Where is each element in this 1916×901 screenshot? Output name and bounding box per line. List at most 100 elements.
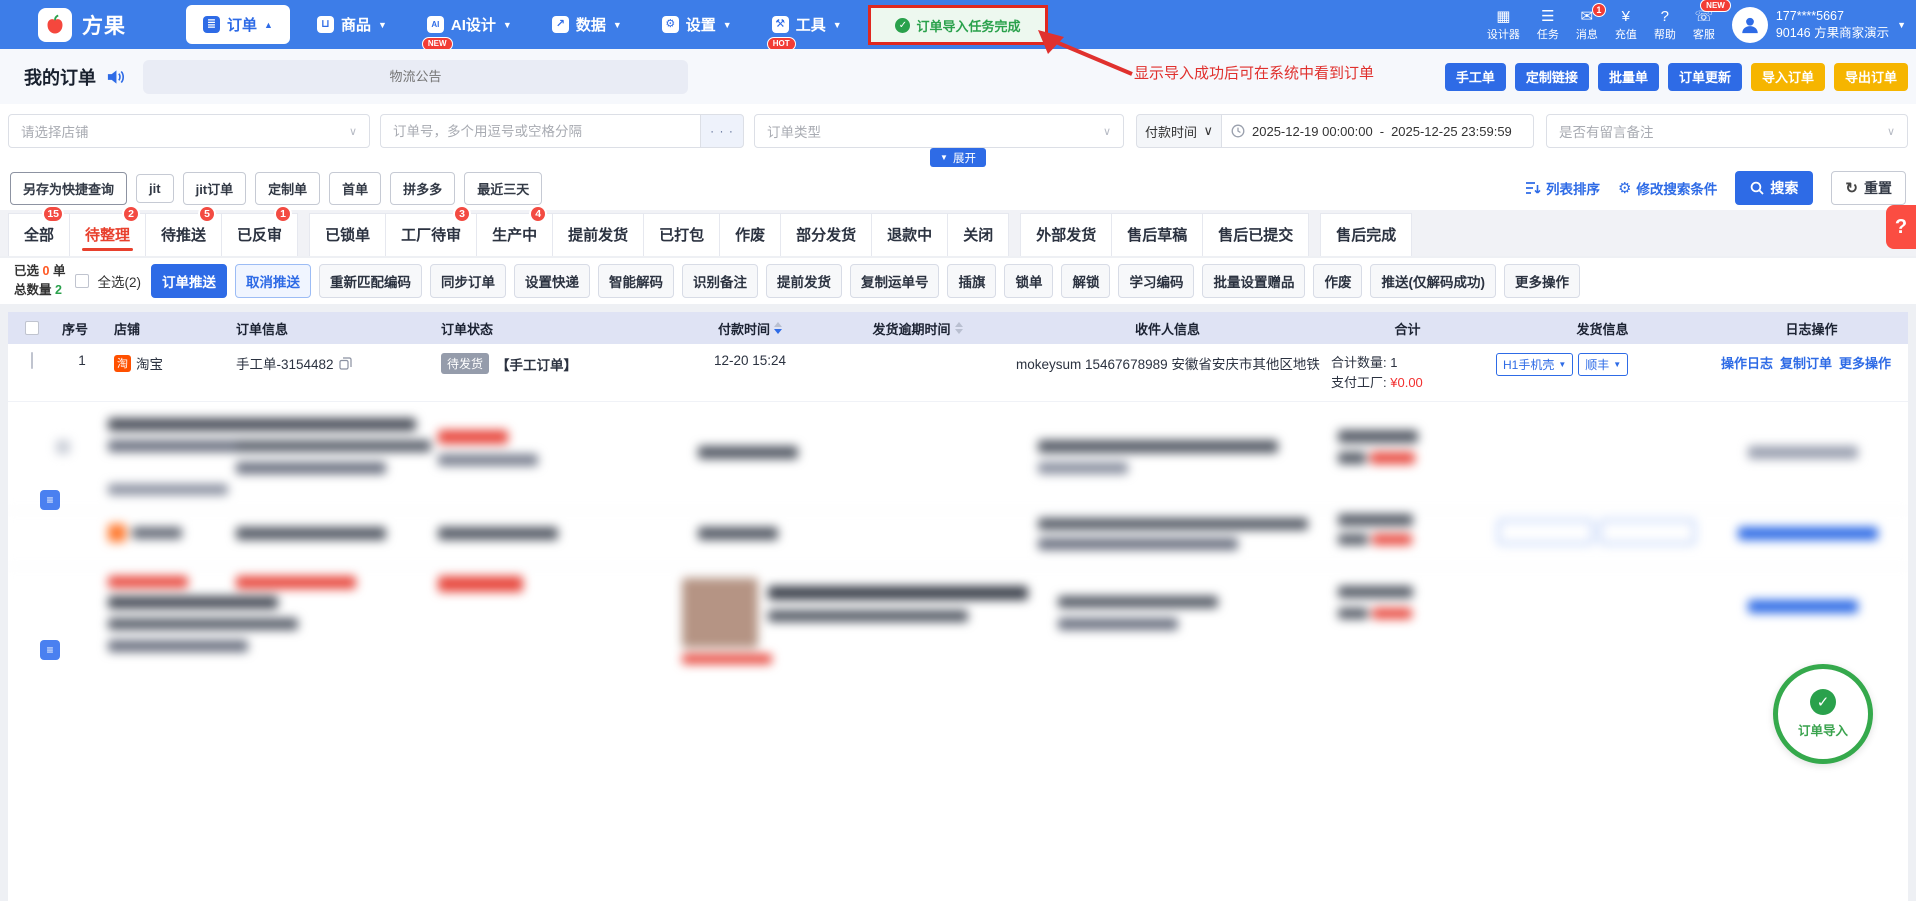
row-checkbox[interactable] xyxy=(31,352,33,369)
rematch-code-button[interactable]: 重新匹配编码 xyxy=(318,264,422,298)
recharge-shortcut[interactable]: ¥ 充值 xyxy=(1615,8,1637,42)
clock-icon xyxy=(1231,124,1245,138)
header-checkbox[interactable] xyxy=(25,321,39,335)
batch-gift-button[interactable]: 批量设置赠品 xyxy=(1202,264,1306,298)
tab-aftersale-draft[interactable]: 售后草稿 xyxy=(1111,213,1204,256)
order-import-floating-button[interactable]: ✓ 订单导入 xyxy=(1773,664,1873,764)
order-update-button[interactable]: 订单更新 xyxy=(1667,62,1742,91)
custom-link-button[interactable]: 定制链接 xyxy=(1514,62,1589,91)
smart-decode-button[interactable]: 智能解码 xyxy=(597,264,674,298)
quick-filter-jit-order[interactable]: jit订单 xyxy=(182,171,247,205)
help-side-button[interactable]: ? xyxy=(1886,205,1916,249)
quick-filter-first-order[interactable]: 首单 xyxy=(329,171,382,205)
quick-filter-last3days[interactable]: 最近三天 xyxy=(464,171,543,205)
tab-all[interactable]: 全部 15 xyxy=(8,205,71,256)
tab-locked[interactable]: 已锁单 xyxy=(309,213,387,256)
sort-pay-time[interactable] xyxy=(774,322,782,334)
order-type-select[interactable]: 订单类型 ∨ xyxy=(754,114,1124,148)
quick-filter-pdd[interactable]: 拼多多 xyxy=(390,171,456,205)
more-actions-link[interactable]: 更多操作 xyxy=(1839,353,1891,372)
reset-button[interactable]: ↻ 重置 xyxy=(1831,171,1906,205)
recognize-remark-button[interactable]: 识别备注 xyxy=(681,264,758,298)
tab-reverse-audit[interactable]: 已反审 1 xyxy=(221,205,299,256)
tab-partial-ship[interactable]: 部分发货 xyxy=(780,213,873,256)
tab-early-ship[interactable]: 提前发货 xyxy=(552,213,645,256)
express-select[interactable]: 顺丰 ▼ xyxy=(1578,353,1629,376)
logistics-announcement-input[interactable] xyxy=(143,59,688,94)
help-shortcut[interactable]: ? 帮助 xyxy=(1654,8,1676,42)
import-success-toast: ✓ 订单导入任务完成 xyxy=(868,5,1048,45)
copy-icon[interactable] xyxy=(338,356,352,370)
cancel-push-button[interactable]: 取消推送 xyxy=(234,264,311,298)
menu-tools[interactable]: ⚒ 工具 ▼ HOT xyxy=(759,5,855,51)
caret-down-icon: ∨ xyxy=(1203,123,1213,138)
order-action-buttons: 手工单 定制链接 批量单 订单更新 导入订单 导出订单 xyxy=(1444,62,1908,91)
menu-settings[interactable]: ⚙ 设置 ▼ xyxy=(649,5,745,44)
tab-pending-sort[interactable]: 待整理 2 xyxy=(69,205,147,256)
row-total: 合计数量: 1 支付工厂: ¥0.00 xyxy=(1325,353,1490,393)
copy-order-link[interactable]: 复制订单 xyxy=(1780,353,1832,372)
user-info: 177****5667 90146 方果商家演示 xyxy=(1776,8,1889,41)
menu-ai-design[interactable]: AI AI设计 ▼ NEW xyxy=(414,5,525,51)
export-orders-button[interactable]: 导出订单 xyxy=(1833,62,1908,91)
early-ship-button[interactable]: 提前发货 xyxy=(765,264,842,298)
operation-log-link[interactable]: 操作日志 xyxy=(1721,353,1773,372)
lock-order-button[interactable]: 锁单 xyxy=(1004,264,1054,298)
tab-void[interactable]: 作废 xyxy=(719,213,782,256)
push-decoded-button[interactable]: 推送(仅解码成功) xyxy=(1370,264,1496,298)
menu-data[interactable]: ↗ 数据 ▼ xyxy=(539,5,635,44)
search-button[interactable]: 搜索 xyxy=(1735,171,1814,205)
col-log-actions: 日志操作 xyxy=(1785,321,1838,337)
menu-orders[interactable]: ≣ 订单 ▲ xyxy=(186,5,290,44)
tab-in-production[interactable]: 生产中 4 xyxy=(476,205,554,256)
manual-order-button[interactable]: 手工单 xyxy=(1444,62,1506,91)
batch-order-button[interactable]: 批量单 xyxy=(1597,62,1659,91)
unlock-button[interactable]: 解锁 xyxy=(1061,264,1111,298)
remark-filter-select[interactable]: 是否有留言备注 ∨ xyxy=(1546,114,1908,148)
tab-packed[interactable]: 已打包 xyxy=(643,213,721,256)
order-number-input[interactable] xyxy=(380,114,700,148)
messages-shortcut[interactable]: ✉ 消息 1 xyxy=(1576,2,1606,42)
quick-filter-custom[interactable]: 定制单 xyxy=(255,171,321,205)
shop-select[interactable]: 请选择店铺 ∨ xyxy=(8,114,370,148)
save-quick-query-button[interactable]: 另存为快捷查询 xyxy=(10,171,128,205)
push-orders-button[interactable]: 订单推送 xyxy=(150,264,227,298)
copy-waybill-button[interactable]: 复制运单号 xyxy=(849,264,940,298)
flag-button[interactable]: 插旗 xyxy=(947,264,997,298)
tab-aftersale-submitted[interactable]: 售后已提交 xyxy=(1202,213,1310,256)
remark-icon[interactable]: ≡ xyxy=(40,640,60,661)
list-sort-control[interactable]: 列表排序 xyxy=(1525,178,1600,198)
date-range-picker[interactable]: 2025-12-19 00:00:00 - 2025-12-25 23:59:5… xyxy=(1222,114,1534,148)
void-button[interactable]: 作废 xyxy=(1313,264,1363,298)
set-express-button[interactable]: 设置快递 xyxy=(513,264,590,298)
tab-factory-audit[interactable]: 工厂待审 3 xyxy=(385,205,478,256)
tab-pending-push[interactable]: 待推送 5 xyxy=(145,205,223,256)
tab-external-ship[interactable]: 外部发货 xyxy=(1020,213,1113,256)
quick-filter-jit[interactable]: jit xyxy=(136,173,174,203)
learn-code-button[interactable]: 学习编码 xyxy=(1118,264,1195,298)
caret-down-icon: ▼ xyxy=(1897,19,1906,30)
sort-overdue-time[interactable] xyxy=(954,322,963,334)
modify-search-control[interactable]: ⚙ 修改搜索条件 xyxy=(1618,178,1717,198)
designer-shortcut[interactable]: ▦ 设计器 xyxy=(1487,8,1520,42)
tab-aftersale-done[interactable]: 售后完成 xyxy=(1320,213,1413,256)
select-all-checkbox[interactable] xyxy=(75,274,90,288)
tab-closed[interactable]: 关闭 xyxy=(947,213,1010,256)
caret-down-icon: ∨ xyxy=(348,125,357,138)
import-orders-button[interactable]: 导入订单 xyxy=(1750,62,1825,91)
remark-icon[interactable]: ≡ xyxy=(40,490,60,511)
more-order-numbers-button[interactable]: · · · xyxy=(700,114,744,148)
row-index: 1 xyxy=(78,353,86,368)
brand[interactable]: 方果 xyxy=(38,7,126,42)
expand-filters-button[interactable]: ▼ 展开 xyxy=(930,148,986,167)
tasks-shortcut[interactable]: ☰ 任务 xyxy=(1537,8,1559,42)
support-shortcut[interactable]: ☏ 客服 NEW xyxy=(1693,0,1731,42)
user-account-menu[interactable]: 177****5667 90146 方果商家演示 ▼ xyxy=(1731,6,1906,43)
tab-refunding[interactable]: 退款中 xyxy=(871,213,949,256)
pay-time-select[interactable]: 付款时间 ∨ xyxy=(1136,114,1222,148)
product-select[interactable]: H1手机壳 ▼ xyxy=(1496,353,1574,376)
more-actions-button[interactable]: 更多操作 xyxy=(1503,264,1580,298)
menu-goods[interactable]: ⊔ 商品 ▼ xyxy=(304,5,400,44)
sync-orders-button[interactable]: 同步订单 xyxy=(429,264,506,298)
pay-amount: ¥0.00 xyxy=(1390,375,1423,391)
